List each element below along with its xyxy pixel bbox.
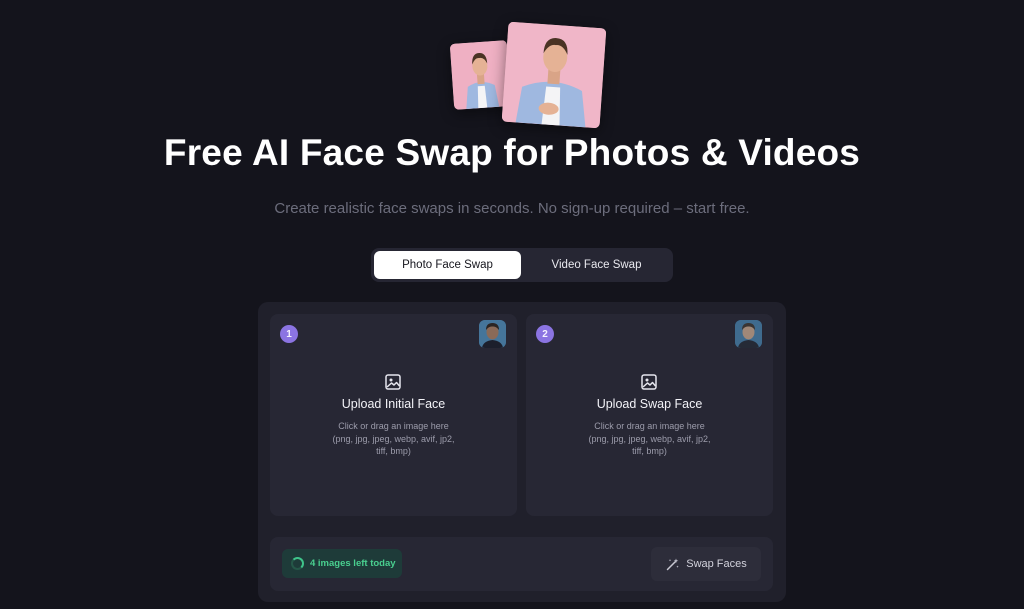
image-upload-icon — [385, 374, 401, 390]
magic-wand-icon — [666, 558, 679, 570]
face-swap-panel: 1 Upload Initial Face Click or drag an i… — [258, 302, 786, 602]
quota-text: 4 images left today — [310, 558, 396, 569]
step-number-badge: 1 — [280, 325, 298, 343]
hero-photo-small — [449, 40, 512, 110]
person-illustration — [501, 21, 607, 129]
hero-photo-large — [501, 21, 607, 129]
action-bar: 4 images left today Swap Faces — [270, 537, 773, 591]
sample-face-thumbnail[interactable] — [479, 320, 506, 348]
upload-card-hint: Click or drag an image here (png, jpg, j… — [588, 421, 711, 456]
swap-faces-label: Swap Faces — [686, 558, 747, 570]
sample-face-thumbnail[interactable] — [735, 320, 762, 348]
swap-faces-button[interactable]: Swap Faces — [651, 547, 761, 581]
upload-card-title: Upload Initial Face — [341, 397, 446, 411]
mode-tabs: Photo Face Swap Video Face Swap — [371, 248, 673, 282]
face-thumbnail-image — [479, 320, 506, 348]
page-subtitle: Create realistic face swaps in seconds. … — [274, 200, 750, 217]
upload-initial-face-dropzone[interactable]: 1 Upload Initial Face Click or drag an i… — [270, 314, 517, 516]
person-illustration — [449, 40, 512, 110]
upload-card-hint: Click or drag an image here (png, jpg, j… — [332, 421, 455, 456]
upload-card-title: Upload Swap Face — [596, 397, 703, 411]
quota-badge: 4 images left today — [282, 549, 402, 578]
spinner-icon — [291, 557, 304, 570]
page-title: Free AI Face Swap for Photos & Videos — [163, 132, 861, 173]
face-thumbnail-image — [735, 320, 762, 348]
step-number-badge: 2 — [536, 325, 554, 343]
upload-swap-face-dropzone[interactable]: 2 Upload Swap Face Click or drag an imag… — [526, 314, 773, 516]
tab-video-face-swap[interactable]: Video Face Swap — [523, 251, 670, 279]
tab-photo-face-swap[interactable]: Photo Face Swap — [374, 251, 521, 279]
image-upload-icon — [641, 374, 657, 390]
hero-images — [0, 0, 1024, 130]
